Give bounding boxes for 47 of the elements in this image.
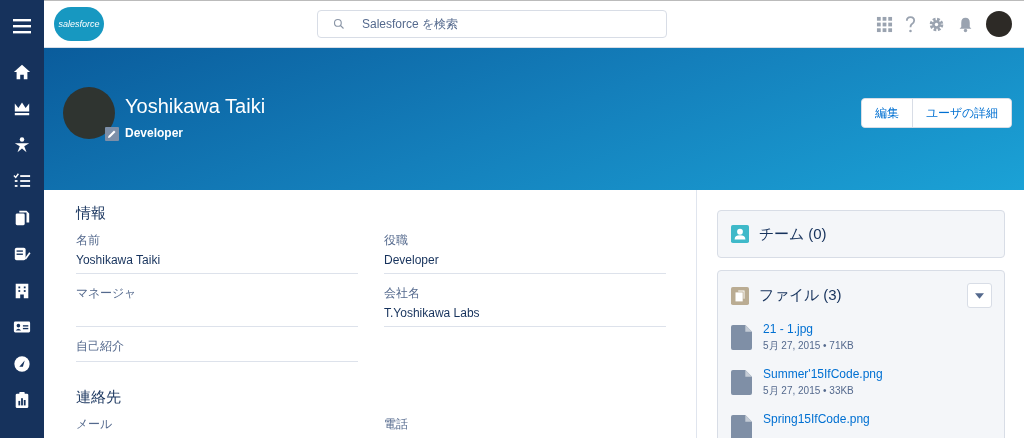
section-heading: 連絡先 — [76, 388, 122, 407]
field-label: 名前 — [76, 232, 101, 249]
field-label: 自己紹介 — [76, 338, 125, 355]
gauge-icon[interactable] — [13, 354, 31, 373]
report-icon[interactable] — [13, 391, 31, 409]
profile-title: Developer — [125, 125, 185, 140]
person-star-icon[interactable] — [13, 135, 31, 154]
field-label: メール — [76, 416, 113, 433]
salesforce-logo[interactable]: salesforce — [54, 7, 104, 41]
field-value: Developer — [384, 253, 440, 267]
building-icon[interactable] — [13, 281, 31, 300]
file-icon — [731, 370, 752, 395]
field-label: マネージャ — [76, 285, 137, 302]
field-label: 役職 — [384, 232, 409, 249]
dropdown-button[interactable] — [967, 283, 992, 308]
file-link[interactable]: Summer'15IfCode.png — [763, 367, 883, 381]
file-icon — [731, 415, 752, 438]
files-icon — [731, 286, 749, 305]
file-icon — [731, 325, 752, 350]
file-meta: 5月 27, 2015 • 33KB — [763, 384, 855, 398]
file-link[interactable]: 21 - 1.jpg — [763, 322, 854, 336]
section-heading: 情報 — [76, 204, 107, 223]
app-grid-icon[interactable] — [876, 15, 893, 33]
field-label: 会社名 — [384, 285, 421, 302]
profile-avatar — [63, 87, 115, 139]
field-label: 電話 — [384, 416, 409, 433]
profile-name: Yoshikawa Taiki — [125, 94, 266, 118]
notes-icon[interactable] — [13, 245, 31, 263]
card-title[interactable]: ファイル (3) — [759, 286, 842, 305]
action-button[interactable]: ユーザの詳細 — [912, 99, 1011, 127]
file-meta: 5月 27, 2015 • 71KB — [763, 339, 854, 353]
search-field[interactable]: Salesforce を検索 — [317, 10, 667, 38]
copy-icon[interactable] — [13, 208, 31, 227]
caret-icon — [975, 292, 984, 299]
bell-icon[interactable] — [957, 15, 974, 33]
person-icon — [731, 225, 749, 243]
user-avatar[interactable] — [986, 11, 1012, 37]
help-icon[interactable] — [905, 15, 916, 33]
file-link[interactable]: Spring15IfCode.png — [763, 412, 870, 426]
field-value: T.Yoshikawa Labs — [384, 306, 481, 320]
pencil-icon[interactable] — [105, 127, 119, 141]
card-title[interactable]: チーム (0) — [759, 224, 827, 244]
checklist-icon[interactable] — [13, 172, 31, 190]
menu-icon[interactable] — [12, 16, 32, 36]
field-value: Yoshikawa Taiki — [76, 253, 162, 267]
settings-icon[interactable] — [928, 15, 945, 33]
home-icon[interactable] — [13, 62, 31, 81]
